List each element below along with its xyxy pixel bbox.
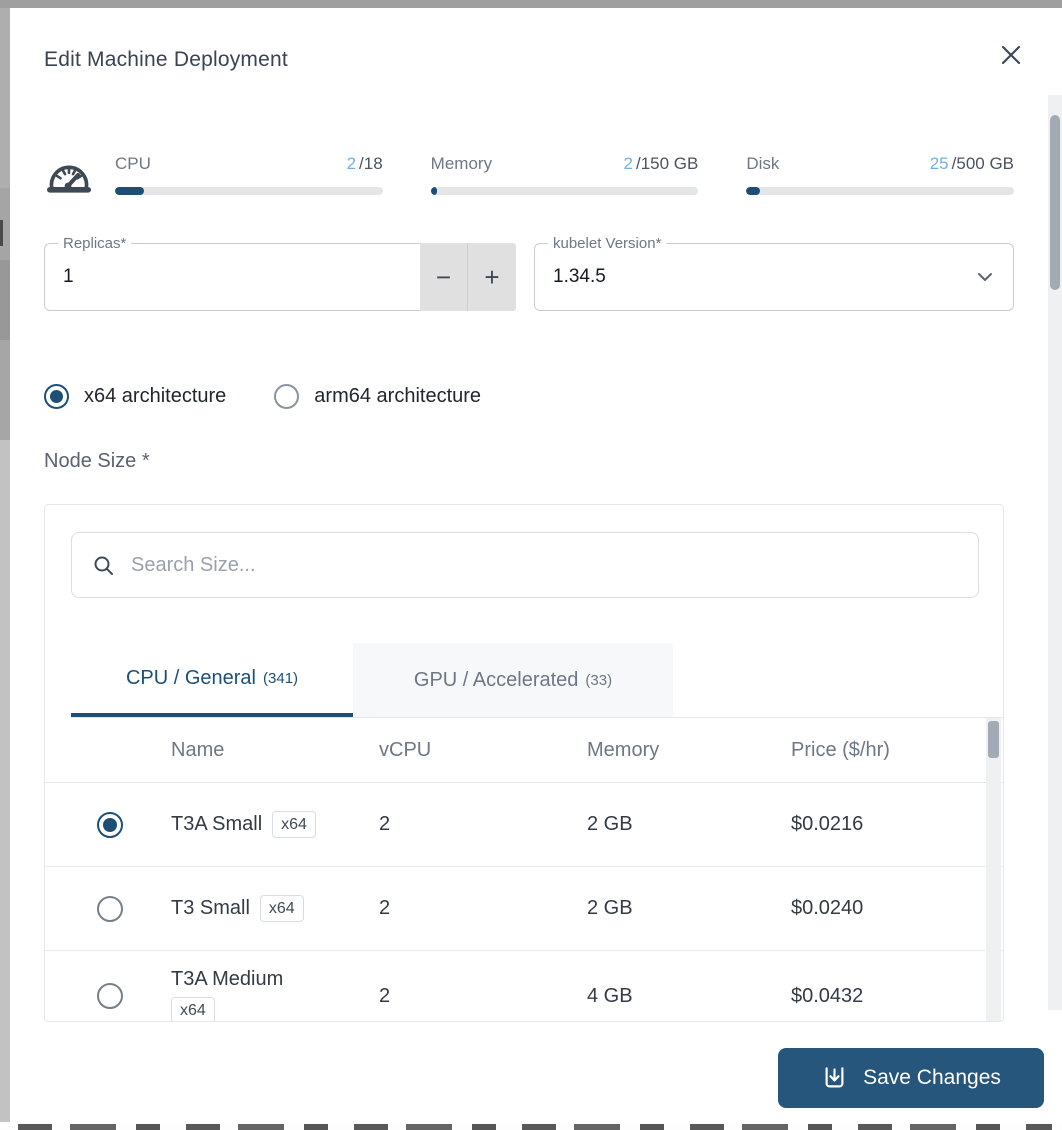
header-name: Name [171, 739, 379, 762]
background-text-fragment [18, 1124, 1052, 1130]
node-size-label: Node Size * [44, 450, 1014, 473]
search-box [71, 532, 979, 598]
size-name: T3A Medium [171, 968, 283, 991]
search-size-input[interactable] [131, 554, 958, 577]
radio-arm64-architecture[interactable]: arm64 architecture [274, 384, 481, 409]
node-size-panel: CPU / General (341) GPU / Accelerated (3… [44, 504, 1004, 1022]
background-page-bottom [0, 1122, 1062, 1130]
architecture-options: x64 architecture arm64 architecture [44, 384, 1014, 409]
size-vcpu: 2 [379, 985, 587, 1008]
disk-progress-bar [746, 187, 1014, 195]
resource-meters: CPU 2/18 Memory 2/150 GB Disk 25/500 G [44, 154, 1014, 200]
size-memory: 2 GB [587, 813, 791, 836]
memory-meter-label: Memory [431, 154, 492, 174]
header-vcpu: vCPU [379, 739, 587, 762]
arch-chip: x64 [260, 895, 304, 922]
radio-x64-architecture[interactable]: x64 architecture [44, 384, 226, 409]
background-page-left [0, 8, 10, 1122]
row-radio-icon[interactable] [97, 983, 123, 1009]
size-name: T3A Small [171, 813, 262, 836]
background-page-top [0, 0, 1062, 8]
kubelet-version-select[interactable]: kubelet Version* 1.34.5 [534, 243, 1014, 311]
kubelet-version-value: 1.34.5 [553, 266, 606, 288]
replicas-stepper: − + [420, 243, 516, 311]
page-scrollbar[interactable] [1048, 95, 1062, 1010]
replicas-label: Replicas* [58, 235, 131, 252]
replicas-group: Replicas* − + [44, 243, 516, 311]
page-scrollbar-thumb[interactable] [1050, 115, 1060, 290]
replicas-input[interactable] [45, 266, 420, 288]
size-table: Name vCPU Memory Price ($/hr) T3A Small … [45, 718, 1003, 1021]
table-scrollbar[interactable] [986, 718, 1001, 1021]
disk-meter: Disk 25/500 GB [746, 154, 1014, 195]
replicas-field: Replicas* [44, 243, 420, 311]
radio-unselected-icon [274, 384, 299, 409]
disk-meter-value: 25/500 GB [930, 154, 1014, 174]
edit-machine-deployment-modal: Edit Machine Deployment CPU [10, 8, 1048, 1122]
size-memory: 4 GB [587, 985, 791, 1008]
size-price: $0.0216 [791, 813, 1003, 836]
save-icon [821, 1065, 848, 1092]
header-price: Price ($/hr) [791, 739, 1003, 762]
cpu-progress-bar [115, 187, 383, 195]
table-row-t3a-small[interactable]: T3A Small x64 2 2 GB $0.0216 [45, 783, 1003, 867]
save-changes-button[interactable]: Save Changes [778, 1048, 1044, 1108]
row-radio-selected-icon[interactable] [97, 812, 123, 838]
size-memory: 2 GB [587, 897, 791, 920]
save-changes-label: Save Changes [863, 1066, 1001, 1090]
radio-selected-icon [44, 384, 69, 409]
tab-gpu-accelerated[interactable]: GPU / Accelerated (33) [353, 643, 673, 717]
memory-meter-value: 2/150 GB [624, 154, 699, 174]
size-name: T3 Small [171, 897, 250, 920]
close-icon [999, 43, 1023, 67]
size-tabs: CPU / General (341) GPU / Accelerated (3… [71, 643, 1003, 718]
memory-progress-bar [431, 187, 699, 195]
increment-button[interactable]: + [468, 243, 516, 311]
background-text-fragment [0, 220, 3, 246]
arch-chip: x64 [171, 997, 215, 1022]
size-vcpu: 2 [379, 813, 587, 836]
form-row: Replicas* − + kubelet Version* 1.34.5 [44, 243, 1014, 311]
gauge-icon [44, 158, 94, 200]
cpu-meter-label: CPU [115, 154, 151, 174]
decrement-button[interactable]: − [420, 243, 468, 311]
memory-meter: Memory 2/150 GB [431, 154, 699, 195]
close-button[interactable] [996, 40, 1026, 70]
kubelet-version-label: kubelet Version* [548, 235, 666, 252]
modal-title: Edit Machine Deployment [44, 48, 1014, 72]
header-memory: Memory [587, 739, 791, 762]
table-scrollbar-thumb[interactable] [988, 721, 999, 758]
table-row-t3a-medium[interactable]: T3A Medium x64 2 4 GB $0.0432 [45, 951, 1003, 1022]
size-price: $0.0240 [791, 897, 1003, 920]
tab-cpu-general[interactable]: CPU / General (341) [71, 643, 353, 717]
table-header: Name vCPU Memory Price ($/hr) [45, 718, 1003, 783]
arch-chip: x64 [272, 811, 316, 838]
search-icon [92, 554, 115, 577]
size-price: $0.0432 [791, 985, 1003, 1008]
cpu-meter: CPU 2/18 [115, 154, 383, 195]
chevron-down-icon [975, 267, 995, 287]
table-row-t3-small[interactable]: T3 Small x64 2 2 GB $0.0240 [45, 867, 1003, 951]
cpu-meter-value: 2/18 [347, 154, 383, 174]
size-vcpu: 2 [379, 897, 587, 920]
disk-meter-label: Disk [746, 154, 779, 174]
row-radio-icon[interactable] [97, 896, 123, 922]
